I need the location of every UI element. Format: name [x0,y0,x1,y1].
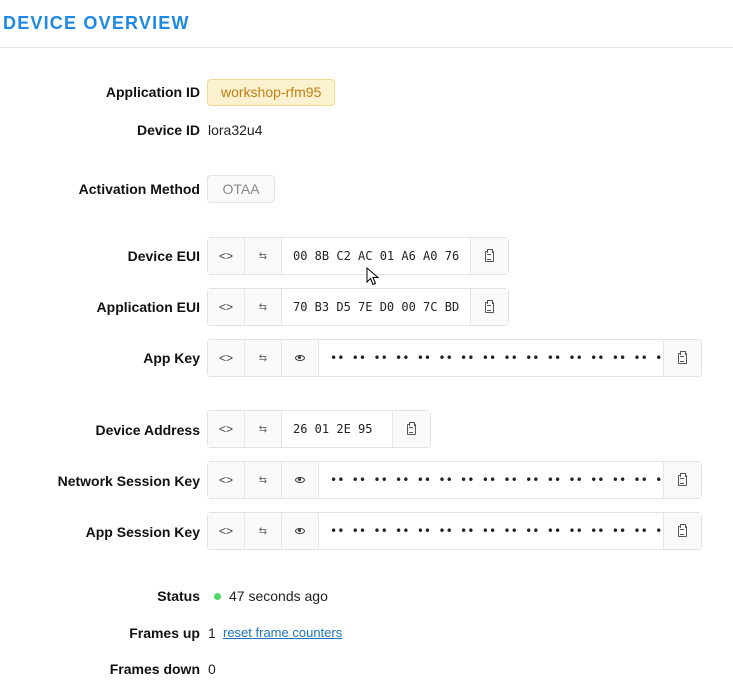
eye-icon [295,477,305,483]
status-label: Status [157,588,200,604]
copy-device-eui-button[interactable] [470,238,508,274]
device-eui-label: Device EUI [127,248,200,264]
code-brackets-icon[interactable]: <> [208,462,245,498]
code-brackets-icon[interactable]: <> [208,513,245,549]
app-session-key-field: <> ⇆ •• •• •• •• •• •• •• •• •• •• •• ••… [207,512,702,550]
reveal-app-session-key-button[interactable] [282,513,319,549]
mouse-cursor-icon [366,267,380,286]
app-key-field: <> ⇆ •• •• •• •• •• •• •• •• •• •• •• ••… [207,339,702,377]
device-eui-field: <> ⇆ 00 8B C2 AC 01 A6 A0 76 [207,237,509,275]
swap-icon[interactable]: ⇆ [245,462,282,498]
clipboard-icon [678,350,687,364]
application-eui-value[interactable]: 70 B3 D5 7E D0 00 7C BD [282,289,470,325]
code-brackets-icon[interactable]: <> [208,340,245,376]
copy-application-eui-button[interactable] [470,289,508,325]
copy-app-session-key-button[interactable] [663,513,701,549]
eye-icon [295,528,305,534]
frames-up-value: 1 [208,625,216,641]
swap-icon[interactable]: ⇆ [245,289,282,325]
clipboard-icon [485,299,494,313]
device-address-field: <> ⇆ 26 01 2E 95 [207,410,431,448]
swap-icon[interactable]: ⇆ [245,238,282,274]
code-brackets-icon[interactable]: <> [208,238,245,274]
application-id-label: Application ID [105,84,200,100]
app-session-key-value[interactable]: •• •• •• •• •• •• •• •• •• •• •• •• •• •… [319,513,663,549]
copy-network-session-key-button[interactable] [663,462,701,498]
clipboard-icon [678,523,687,537]
copy-app-key-button[interactable] [663,340,701,376]
application-id-chip[interactable]: workshop-rfm95 [207,79,336,106]
network-session-key-label: Network Session Key [57,473,200,489]
app-key-value[interactable]: •• •• •• •• •• •• •• •• •• •• •• •• •• •… [319,340,663,376]
clipboard-icon [485,248,494,262]
network-session-key-field: <> ⇆ •• •• •• •• •• •• •• •• •• •• •• ••… [207,461,702,499]
clipboard-icon [678,472,687,486]
device-address-label: Device Address [95,422,200,438]
device-id-label: Device ID [136,122,200,138]
app-key-label: App Key [143,350,200,366]
reveal-network-session-key-button[interactable] [282,462,319,498]
swap-icon[interactable]: ⇆ [245,411,282,447]
activation-method-chip: OTAA [207,175,275,203]
status-value: 47 seconds ago [229,588,328,604]
page-header: DEVICE OVERVIEW [0,0,733,48]
code-brackets-icon[interactable]: <> [208,289,245,325]
application-eui-field: <> ⇆ 70 B3 D5 7E D0 00 7C BD [207,288,509,326]
activation-method-label: Activation Method [78,181,200,197]
frames-down-label: Frames down [109,661,200,677]
network-session-key-value[interactable]: •• •• •• •• •• •• •• •• •• •• •• •• •• •… [319,462,663,498]
app-session-key-label: App Session Key [85,524,200,540]
device-id-value: lora32u4 [208,122,263,138]
frames-up-label: Frames up [129,625,200,641]
device-address-value[interactable]: 26 01 2E 95 [282,411,392,447]
swap-icon[interactable]: ⇆ [245,340,282,376]
reset-frame-counters-link[interactable]: reset frame counters [223,625,342,640]
eye-icon [295,355,305,361]
code-brackets-icon[interactable]: <> [208,411,245,447]
swap-icon[interactable]: ⇆ [245,513,282,549]
copy-device-address-button[interactable] [392,411,430,447]
clipboard-icon [407,421,416,435]
application-eui-label: Application EUI [96,299,200,315]
status-indicator-dot [214,593,221,600]
page-title: DEVICE OVERVIEW [3,13,190,33]
reveal-app-key-button[interactable] [282,340,319,376]
frames-down-value: 0 [208,661,216,677]
